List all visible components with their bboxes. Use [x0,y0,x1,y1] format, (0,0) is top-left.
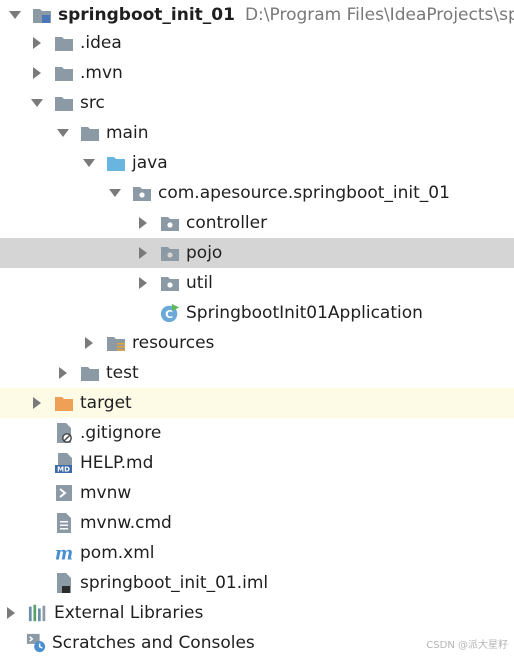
chevron-down-icon[interactable] [54,124,72,142]
folder-icon [54,33,74,53]
tree-row-pom[interactable]: m pom.xml [0,538,514,568]
folder-icon [80,363,100,383]
chevron-down-icon[interactable] [106,184,124,202]
tree-row-mvnw-cmd[interactable]: mvnw.cmd [0,508,514,538]
tree-row-controller[interactable]: controller [0,208,514,238]
tree-row-resources[interactable]: resources [0,328,514,358]
tree-row-application-class[interactable]: C SpringbootInit01Application [0,298,514,328]
tree-label: util [186,273,213,293]
tree-label: main [106,123,149,143]
project-name: springboot_init_01 [58,5,235,25]
tree-label: src [80,93,105,113]
tree-label: resources [132,333,215,353]
resources-folder-icon [106,333,126,353]
tree-row-util[interactable]: util [0,268,514,298]
chevron-right-icon[interactable] [28,34,46,52]
tree-row-package[interactable]: com.apesource.springboot_init_01 [0,178,514,208]
tree-row-help-md[interactable]: MD HELP.md [0,448,514,478]
tree-label: pom.xml [80,543,155,563]
tree-label: mvnw [80,483,132,503]
excluded-folder-icon [54,393,74,413]
package-icon [160,273,180,293]
chevron-right-icon[interactable] [80,334,98,352]
chevron-down-icon[interactable] [6,6,24,24]
source-folder-icon [106,153,126,173]
chevron-down-icon[interactable] [28,94,46,112]
watermark: CSDN @派大星籽 [426,640,508,651]
tree-label: test [106,363,139,383]
tree-label: .gitignore [80,423,162,443]
tree-row-iml[interactable]: springboot_init_01.iml [0,568,514,598]
tree-label: SpringbootInit01Application [186,303,423,323]
tree-row-target[interactable]: target [0,388,514,418]
tree-row-gitignore[interactable]: .gitignore [0,418,514,448]
scratches-icon [26,633,46,653]
spring-boot-class-icon: C [160,303,180,323]
chevron-right-icon[interactable] [28,64,46,82]
ignore-file-icon [54,423,74,443]
tree-label: java [132,153,168,173]
chevron-right-icon[interactable] [2,604,20,622]
folder-icon [80,123,100,143]
chevron-down-icon[interactable] [80,154,98,172]
folder-icon [54,93,74,113]
library-icon [28,603,48,623]
package-icon [160,213,180,233]
shell-script-icon [54,483,74,503]
tree-label: HELP.md [80,453,154,473]
svg-text:MD: MD [57,466,70,474]
tree-label: controller [186,213,268,233]
tree-label: com.apesource.springboot_init_01 [158,183,450,203]
project-folder-icon [32,5,52,25]
tree-label: External Libraries [54,603,204,623]
folder-icon [54,63,74,83]
project-path: D:\Program Files\IdeaProjects\sp [244,5,514,25]
chevron-right-icon[interactable] [134,244,152,262]
chevron-right-icon[interactable] [54,364,72,382]
chevron-right-icon[interactable] [134,214,152,232]
tree-label: springboot_init_01.iml [80,573,269,593]
tree-label: .mvn [80,63,123,83]
tree-row-mvn[interactable]: .mvn [0,58,514,88]
tree-label: mvnw.cmd [80,513,172,533]
tree-label: .idea [80,33,122,53]
svg-text:m: m [55,544,73,563]
tree-row-test[interactable]: test [0,358,514,388]
tree-row-external-libraries[interactable]: External Libraries [0,598,514,628]
tree-row-src[interactable]: src [0,88,514,118]
tree-row-idea[interactable]: .idea [0,28,514,58]
chevron-right-icon[interactable] [28,394,46,412]
tree-row-mvnw[interactable]: mvnw [0,478,514,508]
tree-label: pojo [186,243,223,263]
tree-label: target [80,393,132,413]
package-icon [132,183,152,203]
markdown-file-icon: MD [54,453,74,474]
tree-label: Scratches and Consoles [52,633,255,653]
text-file-icon [54,513,74,533]
maven-icon: m [54,543,74,563]
chevron-right-icon[interactable] [134,274,152,292]
tree-row-main[interactable]: main [0,118,514,148]
module-file-icon [54,573,74,593]
tree-row-project-root[interactable]: springboot_init_01 D:\Program Files\Idea… [0,0,514,30]
tree-row-pojo[interactable]: pojo [0,238,514,268]
tree-row-java[interactable]: java [0,148,514,178]
package-icon [160,243,180,263]
